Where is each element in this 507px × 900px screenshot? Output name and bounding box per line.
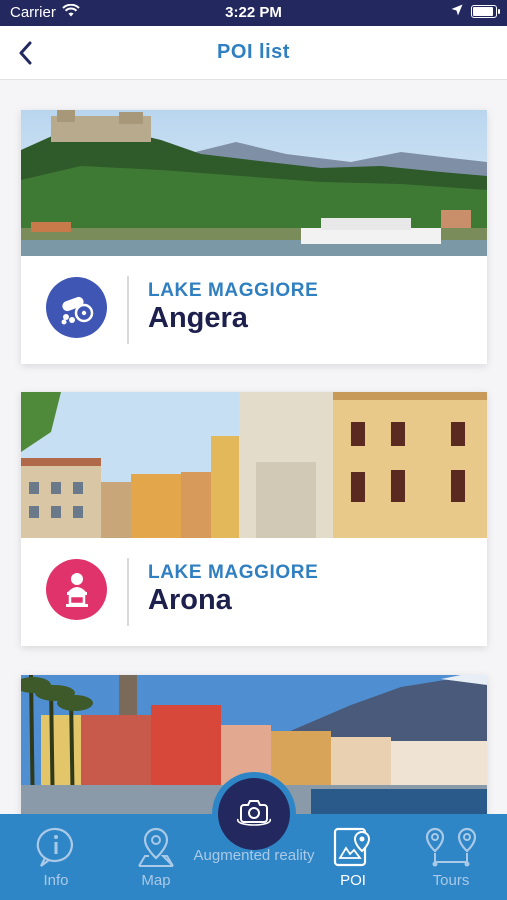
poi-card-info: LAKE MAGGIORE Angera (21, 256, 487, 364)
statue-icon (46, 559, 107, 620)
tab-poi-label: POI (340, 872, 366, 889)
divider (127, 276, 129, 344)
angera-photo (21, 110, 487, 256)
location-arrow-icon (451, 3, 463, 20)
camera-360-icon (237, 800, 271, 826)
tab-tours-label: Tours (432, 872, 470, 889)
tab-bar: Info Map Augmented reality POI Tours (0, 772, 507, 900)
battery-icon (471, 5, 500, 18)
route-icon (425, 827, 477, 867)
poi-list[interactable]: LAKE MAGGIORE Angera LAKE MAGGIORE Arona (0, 80, 507, 814)
navigation-bar: POI list (0, 26, 507, 80)
poi-card-info: LAKE MAGGIORE Arona (21, 538, 487, 646)
status-bar: Carrier 3:22 PM (0, 0, 507, 26)
clock: 3:22 PM (225, 4, 282, 21)
tab-poi[interactable]: POI (322, 814, 384, 900)
tab-map[interactable]: Map (124, 814, 188, 900)
poi-name: Angera (148, 302, 248, 334)
tab-ar-label[interactable]: Augmented reality (190, 846, 318, 866)
ar-button-ring (212, 772, 296, 856)
arona-photo (21, 392, 487, 538)
tab-map-label: Map (141, 872, 171, 889)
map-pin-icon (138, 827, 174, 867)
page-title: POI list (217, 41, 290, 63)
augmented-reality-button[interactable] (218, 778, 290, 850)
info-icon (36, 827, 73, 867)
poi-region: LAKE MAGGIORE (148, 562, 319, 583)
tab-info[interactable]: Info (24, 814, 88, 900)
divider (127, 558, 129, 626)
poi-list-icon (333, 827, 371, 867)
cannon-icon (46, 277, 107, 338)
tab-tours[interactable]: Tours (416, 814, 486, 900)
poi-name: Arona (148, 584, 232, 616)
poi-card-angera[interactable]: LAKE MAGGIORE Angera (21, 110, 487, 364)
poi-card-arona[interactable]: LAKE MAGGIORE Arona (21, 392, 487, 646)
poi-region: LAKE MAGGIORE (148, 280, 319, 301)
tab-info-label: Info (43, 872, 69, 889)
